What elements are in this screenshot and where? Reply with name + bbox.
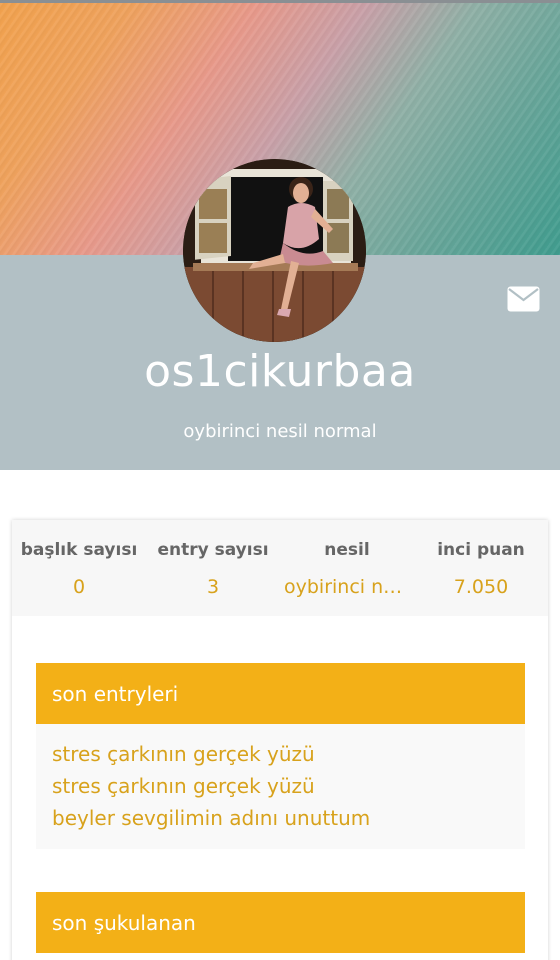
entry-link[interactable]: beyler sevgilimin adını unuttum (52, 802, 509, 834)
recent-likes-header[interactable]: son şukulanan (36, 892, 525, 953)
stat-label: nesil (324, 540, 370, 560)
entry-link[interactable]: stres çarkının gerçek yüzü (52, 770, 509, 802)
stat-value: 7.050 (453, 576, 509, 598)
stat-label: başlık sayısı (20, 540, 138, 560)
profile-card: başlık sayısı 0 entry sayısı 3 nesil oyb… (12, 520, 548, 960)
avatar[interactable] (183, 159, 366, 342)
recent-likes-section: son şukulanan (36, 892, 525, 953)
stat-label: entry sayısı (157, 540, 269, 560)
stat-value: 3 (206, 576, 220, 598)
recent-entries-list: stres çarkının gerçek yüzü stres çarkını… (36, 724, 525, 849)
stats-row: başlık sayısı 0 entry sayısı 3 nesil oyb… (12, 520, 548, 616)
profile-page: os1cikurbaa oybirinci nesil normal başlı… (0, 0, 560, 960)
stat-generation[interactable]: nesil oybirinci nesi... (280, 520, 414, 616)
recent-entries-header[interactable]: son entryleri (36, 663, 525, 724)
profile-username: os1cikurbaa (144, 346, 416, 397)
entry-link[interactable]: stres çarkının gerçek yüzü (52, 738, 509, 770)
stat-value: 0 (72, 576, 86, 598)
profile-subtitle: oybirinci nesil normal (183, 421, 377, 442)
stat-label: inci puan (437, 540, 525, 560)
stat-points[interactable]: inci puan 7.050 (414, 520, 548, 616)
recent-entries-section: son entryleri stres çarkının gerçek yüzü… (36, 663, 525, 849)
mail-icon[interactable] (507, 286, 540, 312)
stat-entry-count[interactable]: entry sayısı 3 (146, 520, 280, 616)
stat-value: oybirinci nesi... (284, 576, 414, 598)
stat-topic-count[interactable]: başlık sayısı 0 (12, 520, 146, 616)
